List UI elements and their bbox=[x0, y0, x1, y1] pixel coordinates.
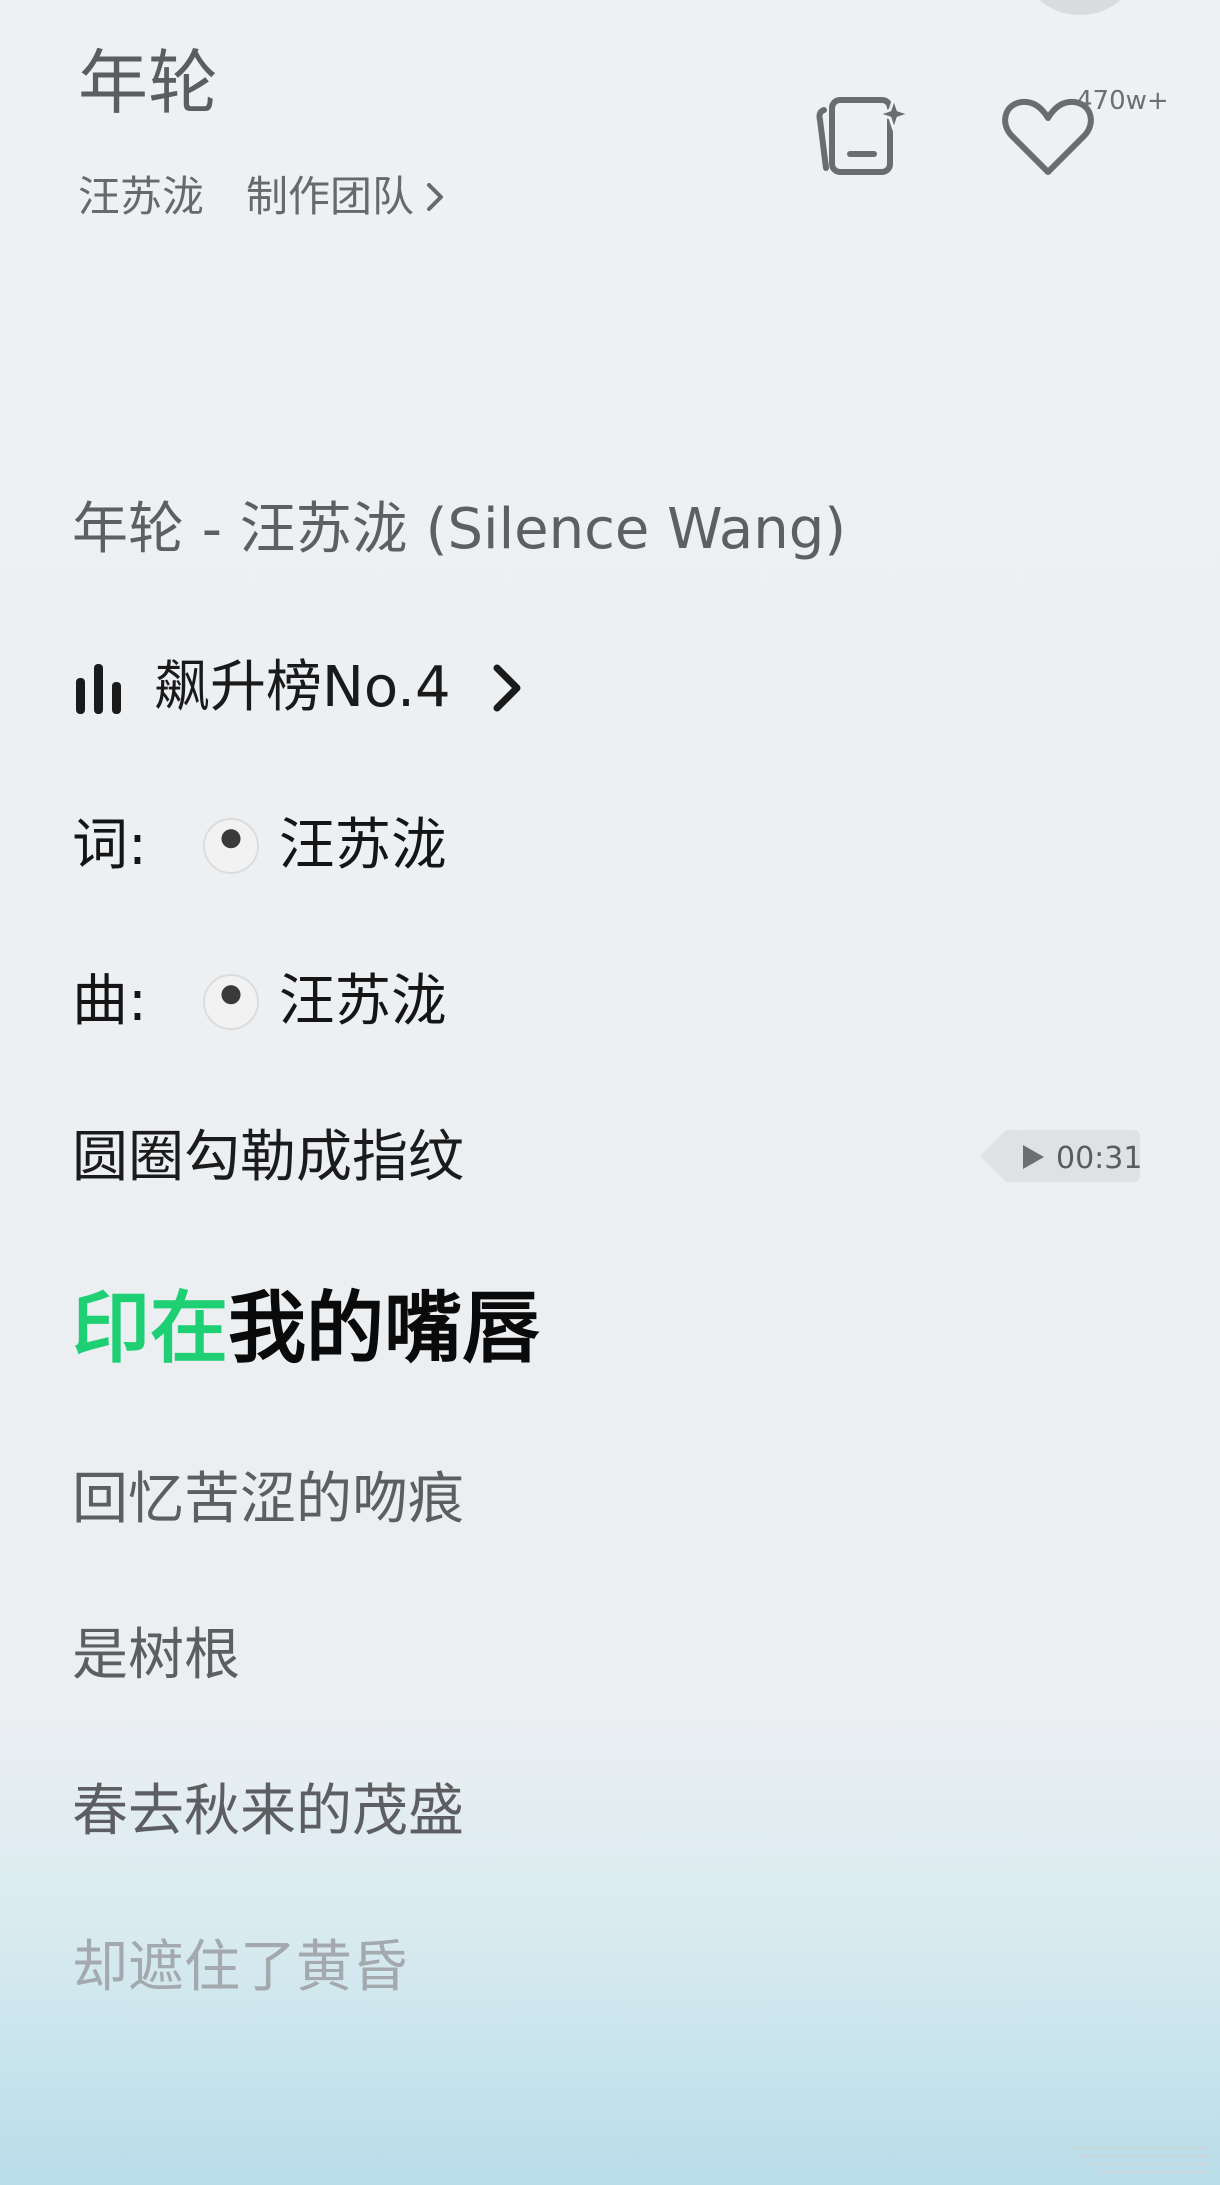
production-team-link[interactable]: 制作团队 bbox=[246, 176, 446, 218]
lyric-line[interactable]: 却遮住了黄昏 bbox=[72, 1940, 408, 1996]
drag-handle-lines bbox=[1070, 2147, 1210, 2173]
composer-label: 曲: bbox=[72, 969, 147, 1034]
top-handle-circle bbox=[1030, 0, 1130, 15]
current-lyric-line[interactable]: 印在我的嘴唇 bbox=[72, 1290, 540, 1368]
lyricist-label: 词: bbox=[72, 813, 147, 878]
avatar[interactable] bbox=[202, 974, 259, 1030]
like-count: 470w+ bbox=[1076, 86, 1169, 116]
chart-bars-icon bbox=[76, 664, 121, 714]
lyric-line[interactable]: 圆圈勾勒成指纹 bbox=[72, 1130, 464, 1186]
composer-row: 曲: 汪苏泷 bbox=[72, 974, 447, 1030]
song-title: 年轮 bbox=[78, 42, 218, 124]
current-lyric-rest: 我的嘴唇 bbox=[228, 1284, 541, 1374]
lyricist-name[interactable]: 汪苏泷 bbox=[279, 818, 447, 874]
chevron-right-icon bbox=[493, 664, 521, 712]
lyric-line[interactable]: 是树根 bbox=[72, 1628, 240, 1684]
artist-name[interactable]: 汪苏泷 bbox=[78, 176, 204, 218]
add-to-playlist-icon[interactable] bbox=[810, 92, 916, 178]
lyric-time-tag[interactable]: 00:31 bbox=[980, 1128, 1142, 1184]
avatar[interactable] bbox=[202, 818, 259, 874]
song-info-title: 年轮 - 汪苏泷 (Silence Wang) bbox=[72, 497, 847, 562]
play-icon bbox=[1023, 1145, 1044, 1169]
time-tag-text: 00:31 bbox=[1056, 1141, 1143, 1176]
artist-line: 汪苏泷 制作团队 bbox=[78, 176, 446, 218]
chart-rank-link[interactable]: 飙升榜No.4 bbox=[72, 660, 525, 716]
lyric-line[interactable]: 春去秋来的茂盛 bbox=[72, 1784, 464, 1840]
current-lyric-sung: 印在 bbox=[72, 1284, 229, 1374]
production-team-label: 制作团队 bbox=[246, 172, 415, 221]
lyric-line[interactable]: 回忆苦涩的吻痕 bbox=[72, 1472, 464, 1528]
chart-rank-label: 飙升榜No.4 bbox=[154, 655, 451, 720]
lyricist-row: 词: 汪苏泷 bbox=[72, 818, 447, 874]
chevron-right-icon bbox=[427, 183, 444, 211]
composer-name[interactable]: 汪苏泷 bbox=[279, 974, 447, 1030]
